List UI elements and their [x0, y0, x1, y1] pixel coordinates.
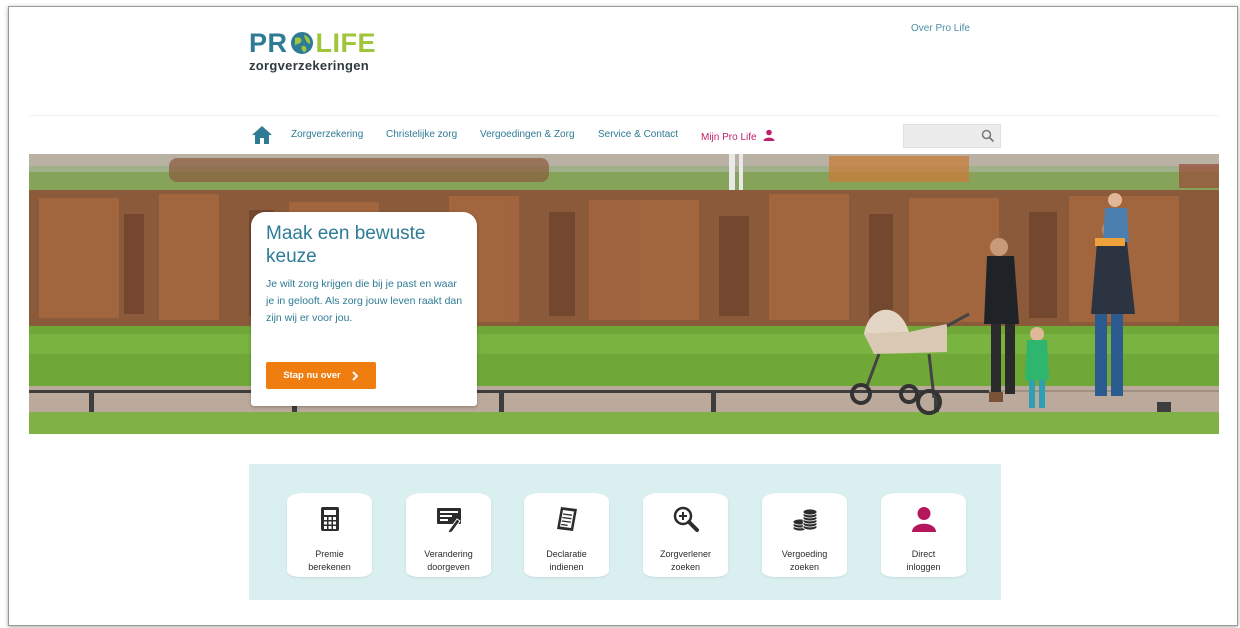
switch-now-label: Stap nu over	[283, 370, 341, 381]
quick-link-label: Zorgverlener zoeken	[659, 549, 712, 572]
hero-banner	[29, 154, 1219, 434]
nav-item-vergoedingen-zorg[interactable]: Vergoedingen & Zorg	[480, 129, 575, 140]
quick-link-verandering-doorgeven[interactable]: Verandering doorgeven	[406, 493, 491, 577]
about-link[interactable]: Over Pro Life	[911, 23, 970, 34]
logo-subtitle: zorgverzekeringen	[249, 58, 369, 73]
quick-link-label: Declaratie indienen	[546, 549, 587, 572]
hero-photo	[29, 154, 1219, 434]
search-input[interactable]	[903, 124, 1001, 148]
nav-item-christelijke-zorg[interactable]: Christelijke zorg	[386, 129, 457, 140]
mijn-pro-life-label: Mijn Pro Life	[701, 132, 757, 143]
calculator-icon	[321, 507, 339, 531]
quick-link-label: Premie berekenen	[308, 549, 351, 572]
main-nav: Zorgverzekering Christelijke zorg Vergoe…	[29, 115, 1219, 152]
switch-now-button[interactable]: Stap nu over	[266, 362, 376, 389]
quick-link-zorgverlener-zoeken[interactable]: Zorgverlener zoeken	[643, 493, 728, 577]
quick-link-label: Direct inloggen	[906, 549, 941, 572]
quick-link-declaratie-indienen[interactable]: Declaratie indienen	[524, 493, 609, 577]
logo-wordmark: PR LIFE	[249, 29, 376, 57]
quick-links-panel: Premie berekenen Verandering doorgeven D…	[249, 464, 1001, 600]
quick-link-vergoeding-zoeken[interactable]: Vergoeding zoeken	[762, 493, 847, 577]
quick-link-label: Verandering doorgeven	[424, 549, 473, 572]
edit-form-icon	[437, 508, 461, 533]
logo-word-life: LIFE	[315, 28, 377, 58]
quick-link-label: Vergoeding zoeken	[781, 549, 828, 572]
coins-icon	[792, 508, 818, 532]
nav-item-mijn-pro-life[interactable]: Mijn Pro Life	[701, 129, 775, 143]
globe-icon	[289, 31, 314, 55]
nav-item-zorgverzekering[interactable]: Zorgverzekering	[291, 129, 363, 140]
user-icon	[763, 129, 775, 141]
hero-card: Maak een bewuste keuze Je wilt zorg krij…	[251, 212, 477, 406]
user-icon	[912, 507, 936, 532]
quick-link-premie-berekenen[interactable]: Premie berekenen	[287, 493, 372, 577]
hero-text: Je wilt zorg krijgen die bij je past en …	[266, 278, 463, 324]
pro-life-logo[interactable]: PR LIFE zorgverzekeringen	[249, 29, 376, 73]
magnifier-plus-icon	[673, 506, 699, 532]
home-icon[interactable]	[251, 125, 273, 145]
browser-frame: Over Pro Life PR LIFE zorgverzekeringen …	[8, 6, 1238, 626]
search-icon[interactable]	[981, 129, 995, 143]
nav-item-service-contact[interactable]: Service & Contact	[598, 129, 678, 140]
hero-title: Maak een bewuste keuze	[266, 223, 426, 267]
quick-link-direct-inloggen[interactable]: Direct inloggen	[881, 493, 966, 577]
logo-word-pro: PR	[249, 28, 288, 58]
document-icon	[557, 507, 577, 531]
chevron-right-icon	[352, 370, 359, 381]
